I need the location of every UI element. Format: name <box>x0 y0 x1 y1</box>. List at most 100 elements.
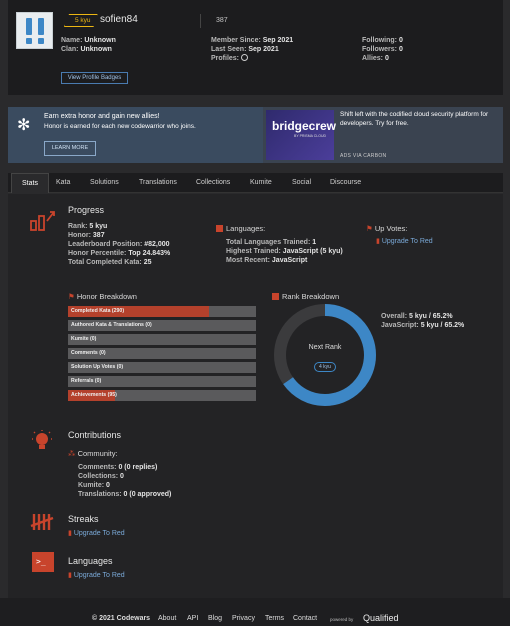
sponsor-logo: bridgecrew <box>272 119 337 133</box>
next-rank-badge: 4 kyu <box>314 362 336 372</box>
leaderboard-value: #82,000 <box>144 241 170 248</box>
powered-by-label: powered by <box>330 617 354 622</box>
upvotes-title: ⚑ Up Votes: <box>366 224 407 233</box>
most-recent-label: Most Recent: <box>226 257 270 264</box>
tab-translations[interactable]: Translations <box>139 179 177 186</box>
honor-bar: Solution Up Votes (0) <box>68 362 256 373</box>
honor-bar-label: Completed Kata (290) <box>71 308 125 314</box>
ad-headline: Earn extra honor and gain new allies! <box>44 113 160 120</box>
tab-kumite[interactable]: Kumite <box>250 179 272 186</box>
overall-label: Overall: <box>381 313 408 320</box>
profile-col-1: Name: Unknown Clan: Unknown <box>61 36 116 54</box>
profiles-label: Profiles: <box>211 55 240 62</box>
next-rank-label: Next Rank <box>308 344 342 351</box>
total-languages-label: Total Languages Trained: <box>226 239 311 246</box>
comments-value: 0 (0 replies) <box>118 464 158 471</box>
upvotes-label: Up Votes: <box>374 224 408 233</box>
github-icon[interactable] <box>240 54 248 61</box>
honor-bar-label: Authored Kata & Translations (0) <box>71 322 152 328</box>
member-since-label: Member Since: <box>211 37 261 44</box>
tab-kata[interactable]: Kata <box>56 179 70 186</box>
honor-bar: Kumite (0) <box>68 334 256 345</box>
completed-kata-value: 25 <box>143 259 152 266</box>
lock-icon: ▮ <box>376 238 380 245</box>
footer-link-api[interactable]: API <box>187 615 198 622</box>
languages-upgrade-link[interactable]: ▮ Upgrade To Red <box>68 571 125 580</box>
honor-breakdown-label: Honor Breakdown <box>76 292 137 301</box>
allies-value: 0 <box>384 55 389 62</box>
streaks-upgrade-link[interactable]: ▮ Upgrade To Red <box>68 529 125 538</box>
qualified-logo[interactable]: Qualified <box>363 613 399 623</box>
tab-solutions[interactable]: Solutions <box>90 179 119 186</box>
highest-trained-value: JavaScript (5 kyu) <box>282 248 343 255</box>
following-label: Following: <box>362 37 397 44</box>
upvotes-upgrade-link[interactable]: ▮ Upgrade To Red <box>376 237 433 246</box>
profile-col-2: Member Since: Sep 2021 Last Seen: Sep 20… <box>211 36 293 63</box>
followers-value: 0 <box>398 46 403 53</box>
profile-tabs: Stats Kata Solutions Translations Collec… <box>8 173 503 193</box>
overall-value: 5 kyu / 65.2% <box>409 313 453 320</box>
languages-link-text[interactable]: Upgrade To Red <box>74 572 125 579</box>
rank-breakdown-label: Rank Breakdown <box>282 292 340 301</box>
percentile-value: Top 24.843% <box>128 250 171 257</box>
javascript-label: JavaScript: <box>381 322 419 329</box>
lightbulb-icon <box>32 430 52 449</box>
honor-bar-label: Comments (0) <box>71 350 106 356</box>
sponsor-logo-sub: BY PRISMA CLOUD <box>294 134 327 138</box>
learn-more-button[interactable]: LEARN MORE <box>44 141 96 156</box>
rank-stats: Overall: 5 kyu / 65.2% JavaScript: 5 kyu… <box>381 312 464 330</box>
tab-collections[interactable]: Collections <box>196 179 230 186</box>
tab-stats[interactable]: Stats <box>11 173 49 193</box>
comments-label: Comments: <box>78 464 117 471</box>
honor-bar: Authored Kata & Translations (0) <box>68 320 256 331</box>
collections-label: Collections: <box>78 473 119 480</box>
streaks-tally-icon <box>30 514 54 530</box>
rank-badge: 5 kyu <box>64 14 98 27</box>
following-value: 0 <box>398 37 403 44</box>
footer-link-contact[interactable]: Contact <box>293 615 317 622</box>
lock-icon: ▮ <box>68 530 72 537</box>
footer-link-about[interactable]: About <box>158 615 176 622</box>
kumite-value: 0 <box>106 482 110 489</box>
username: sofien84 <box>100 14 138 25</box>
honor-score: 387 <box>216 17 228 24</box>
honor-bar-label: Kumite (0) <box>71 336 97 342</box>
last-seen-label: Last Seen: <box>211 46 247 53</box>
users-icon: ⁂ <box>68 449 76 458</box>
lock-icon: ▮ <box>68 572 72 579</box>
ads-via-link[interactable]: ADS VIA CARBON <box>340 153 386 159</box>
avatar[interactable] <box>16 12 53 49</box>
clan-value: Unknown <box>80 46 112 53</box>
languages-stats: Total Languages Trained: 1 Highest Train… <box>226 238 343 265</box>
javascript-value: 5 kyu / 65.2% <box>420 322 465 329</box>
honor-bar-label: Referrals (0) <box>71 378 102 384</box>
ad-text: Honor is earned for each new codewarrior… <box>44 123 196 130</box>
most-recent-value: JavaScript <box>271 257 308 264</box>
honor-bar: Achievements (95) <box>68 390 256 401</box>
sponsor-text[interactable]: Shift left with the codified cloud secur… <box>340 110 502 128</box>
footer-link-privacy[interactable]: Privacy <box>232 615 255 622</box>
leaderboard-label: Leaderboard Position: <box>68 241 143 248</box>
tab-discourse[interactable]: Discourse <box>330 179 361 186</box>
rank-value: 5 kyu <box>89 223 108 230</box>
divider <box>200 14 201 28</box>
translations-label: Translations: <box>78 491 122 498</box>
tab-social[interactable]: Social <box>292 179 311 186</box>
honor-bar: Completed Kata (290) <box>68 306 256 317</box>
rank-breakdown-title: Rank Breakdown <box>272 292 339 301</box>
streaks-title: Streaks <box>68 514 99 524</box>
name-label: Name: <box>61 37 83 44</box>
streaks-link-text[interactable]: Upgrade To Red <box>74 530 125 537</box>
highest-trained-label: Highest Trained: <box>226 248 281 255</box>
honor-bar: Comments (0) <box>68 348 256 359</box>
upvotes-link-text[interactable]: Upgrade To Red <box>382 238 433 245</box>
footer-link-blog[interactable]: Blog <box>208 615 222 622</box>
honor-bar: Referrals (0) <box>68 376 256 387</box>
honor-bar-label: Achievements (95) <box>71 392 117 398</box>
view-profile-badges-button[interactable]: View Profile Badges <box>61 72 128 84</box>
languages-box-label: Languages: <box>226 224 266 233</box>
languages-box-title: Languages: <box>216 224 265 233</box>
footer-link-terms[interactable]: Terms <box>265 615 284 622</box>
honor-breakdown-title: ⚑ Honor Breakdown <box>68 292 137 301</box>
collections-value: 0 <box>120 473 124 480</box>
